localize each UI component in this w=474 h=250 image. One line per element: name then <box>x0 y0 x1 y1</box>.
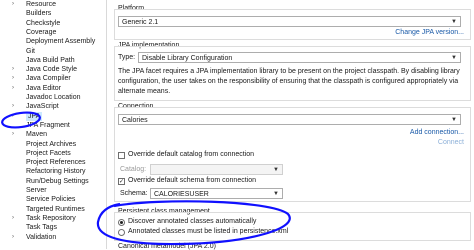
sidebar-item-label: Service Policies <box>26 196 76 204</box>
discover-automatically-radio[interactable] <box>118 219 125 226</box>
sidebar-item-label: Project Facets <box>26 149 71 157</box>
sidebar-item-label: Task Tags <box>26 224 57 232</box>
catalog-label: Catalog: <box>120 166 147 173</box>
sidebar-item-label: Validation <box>26 233 57 241</box>
sidebar-item-label: Git <box>26 47 35 55</box>
sidebar-item-label: Run/Debug Settings <box>26 177 89 185</box>
sidebar-item-task-tags[interactable]: Task Tags <box>0 223 106 232</box>
sidebar-item-task-repository[interactable]: › Task Repository <box>0 214 106 223</box>
sidebar-item-label: Java Build Path <box>26 56 75 64</box>
chevron-right-icon[interactable]: › <box>12 74 14 83</box>
sidebar-item-javascript[interactable]: › JavaScript <box>0 102 106 111</box>
add-connection-link[interactable]: Add connection... <box>410 129 464 136</box>
sidebar-item-label: JavaScript <box>26 103 59 111</box>
sidebar-item-java-editor[interactable]: › Java Editor <box>0 84 106 93</box>
sidebar-item-run-debug-settings[interactable]: Run/Debug Settings <box>0 177 106 186</box>
chevron-down-icon: ▼ <box>273 167 279 173</box>
sidebar-item-label: Refactoring History <box>26 168 86 176</box>
sidebar-item-service-policies[interactable]: Service Policies <box>0 195 106 204</box>
sidebar-item-label: Server <box>26 187 47 194</box>
chevron-right-icon[interactable]: › <box>12 214 14 223</box>
persistent-class-section <box>114 212 471 241</box>
sidebar-item-label: Java Code Style <box>26 66 77 74</box>
sidebar-item-label: Checkstyle <box>26 19 61 27</box>
sidebar-item-resource[interactable]: › Resource <box>0 0 106 9</box>
platform-select[interactable]: Generic 2.1 ▼ <box>118 16 461 27</box>
sidebar-item-javadoc-location[interactable]: Javadoc Location <box>0 93 106 102</box>
sidebar-item-label: Builders <box>26 10 52 18</box>
jpa-implementation-description: The JPA facet requires a JPA implementat… <box>118 68 460 95</box>
sidebar-item-label: Resource <box>26 1 56 8</box>
discover-automatically-label: Discover annotated classes automatically <box>128 218 257 225</box>
sidebar-item-checkstyle[interactable]: Checkstyle <box>0 19 106 28</box>
sidebar-item-label: JPA Fragment <box>26 121 70 129</box>
type-select-value: Disable Library Configuration <box>142 55 233 62</box>
sidebar-item-deployment-assembly[interactable]: Deployment Assembly <box>0 37 106 46</box>
jpa-implementation-type-select[interactable]: Disable Library Configuration ▼ <box>138 52 461 63</box>
connect-link[interactable]: Connect <box>438 139 464 146</box>
listed-in-persistence-radio[interactable] <box>118 229 125 236</box>
schema-select[interactable]: CALORIESUSER ▼ <box>150 188 283 199</box>
sidebar-item-label: Javadoc Location <box>26 94 81 101</box>
sidebar-item-coverage[interactable]: Coverage <box>0 28 106 37</box>
sidebar-item-targeted-runtimes[interactable]: Targeted Runtimes <box>0 205 106 214</box>
catalog-select[interactable]: ▼ <box>150 164 283 175</box>
chevron-right-icon[interactable]: › <box>12 65 14 74</box>
sidebar-item-label: JPA <box>26 111 43 121</box>
sidebar-item-validation[interactable]: › Validation <box>0 233 106 242</box>
sidebar-item-label: Targeted Runtimes <box>26 205 85 213</box>
sidebar-item-label: Deployment Assembly <box>26 38 96 46</box>
sidebar-item-java-code-style[interactable]: › Java Code Style <box>0 65 106 74</box>
sidebar-item-label: Maven <box>26 131 48 139</box>
sidebar-item-label: Project Archives <box>26 140 77 148</box>
chevron-down-icon: ▼ <box>451 117 457 123</box>
sidebar-item-project-facets[interactable]: Project Facets <box>0 149 106 158</box>
chevron-down-icon: ▼ <box>451 55 457 61</box>
sidebar-item-label: Coverage <box>26 28 57 36</box>
sidebar-item-server[interactable]: Server <box>0 186 106 195</box>
connection-select-value: Calories <box>122 117 148 124</box>
chevron-right-icon[interactable]: › <box>12 130 14 139</box>
chevron-down-icon: ▼ <box>273 191 279 197</box>
override-catalog-label: Override default catalog from connection <box>128 151 255 158</box>
override-schema-label: Override default schema from connection <box>128 177 257 184</box>
sidebar-item-project-archives[interactable]: Project Archives <box>0 140 106 149</box>
sidebar-item-jpa-fragment[interactable]: JPA Fragment <box>0 121 106 130</box>
sidebar-item-label: Java Compiler <box>26 75 71 83</box>
chevron-right-icon[interactable]: › <box>12 233 14 242</box>
platform-select-value: Generic 2.1 <box>122 19 159 26</box>
type-label: Type: <box>118 54 136 61</box>
sidebar-item-java-compiler[interactable]: › Java Compiler <box>0 74 106 83</box>
override-catalog-checkbox[interactable] <box>118 152 125 159</box>
sidebar-item-label: Task Repository <box>26 214 76 222</box>
sidebar-item-maven[interactable]: › Maven <box>0 130 106 139</box>
jpa-properties-panel: Platform Generic 2.1 ▼ Change JPA versio… <box>107 0 474 250</box>
schema-label: Schema: <box>120 190 148 197</box>
chevron-right-icon[interactable]: › <box>12 102 14 111</box>
chevron-down-icon: ▼ <box>451 19 457 25</box>
override-schema-checkbox[interactable]: ✓ <box>118 178 125 185</box>
sidebar-item-label: Project References <box>26 159 86 167</box>
sidebar-item-project-references[interactable]: Project References <box>0 158 106 167</box>
listed-in-persistence-label: Annotated classes must be listed in pers… <box>128 228 289 235</box>
properties-sidebar: › Resource Builders Checkstyle Coverage Deplo… <box>0 0 107 249</box>
sidebar-item-builders[interactable]: Builders <box>0 9 106 18</box>
chevron-right-icon[interactable]: › <box>12 0 14 9</box>
sidebar-item-git[interactable]: Git <box>0 47 106 56</box>
schema-select-value: CALORIESUSER <box>154 191 209 198</box>
chevron-right-icon[interactable]: › <box>12 84 14 93</box>
change-jpa-version-link[interactable]: Change JPA version... <box>395 29 464 36</box>
sidebar-item-label: Java Editor <box>26 84 62 92</box>
connection-select[interactable]: Calories ▼ <box>118 114 461 125</box>
chevron-right-icon[interactable]: › <box>12 112 14 121</box>
sidebar-item-java-build-path[interactable]: Java Build Path <box>0 56 106 65</box>
sidebar-item-jpa[interactable]: › JPA <box>0 111 106 121</box>
sidebar-item-refactoring-history[interactable]: Refactoring History <box>0 167 106 176</box>
